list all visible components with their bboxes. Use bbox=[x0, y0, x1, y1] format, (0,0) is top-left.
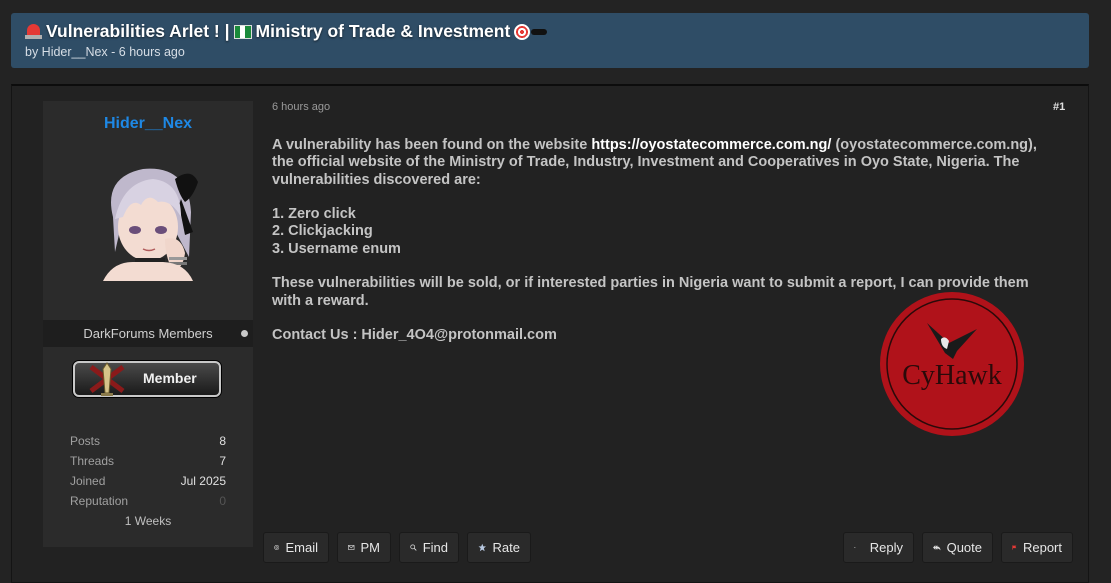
flag-icon bbox=[1012, 545, 1017, 550]
stat-label: Reputation bbox=[70, 494, 129, 508]
find-button[interactable]: Find bbox=[399, 532, 459, 563]
pm-button[interactable]: PM bbox=[337, 532, 391, 563]
envelope-icon bbox=[348, 545, 355, 550]
author-panel: Hider__Nex DarkForums Members Member Pos… bbox=[43, 101, 253, 547]
at-icon bbox=[274, 544, 280, 551]
offline-status-dot bbox=[241, 330, 248, 337]
thread-title[interactable]: Vulnerabilities Arlet ! | Ministry of Tr… bbox=[25, 21, 1075, 42]
rank-badge: Member bbox=[73, 361, 221, 397]
thread-meta: by Hider__Nex - 6 hours ago bbox=[25, 45, 185, 59]
thread-title-suffix: Ministry of Trade & Investment bbox=[255, 21, 511, 41]
email-button-label: Email bbox=[285, 540, 318, 555]
report-button-label: Report bbox=[1022, 540, 1062, 555]
email-button[interactable]: Email bbox=[263, 532, 329, 563]
quote-button-label: Quote bbox=[946, 540, 982, 555]
rank-emblem-icon bbox=[89, 362, 125, 396]
search-icon bbox=[410, 544, 417, 551]
stat-value: Jul 2025 bbox=[180, 474, 226, 488]
avatar[interactable] bbox=[93, 157, 203, 281]
cyhawk-logo: CyHawk bbox=[880, 292, 1024, 436]
stat-label: Posts bbox=[70, 434, 101, 448]
quote-button[interactable]: Quote bbox=[922, 532, 993, 563]
usergroup-label: DarkForums Members bbox=[83, 326, 213, 341]
website-link[interactable]: https://oyostatecommerce.com.ng/ bbox=[591, 137, 831, 153]
stat-duration: 1 Weeks bbox=[124, 514, 172, 528]
report-button[interactable]: Report bbox=[1001, 532, 1073, 563]
dash-icon bbox=[531, 28, 548, 35]
list-item: 2. Clickjacking bbox=[272, 223, 373, 240]
author-name[interactable]: Hider__Nex bbox=[43, 115, 253, 133]
stat-joined: Joined Jul 2025 bbox=[70, 471, 226, 491]
vulnerability-list: 1. Zero click 2. Clickjacking 3. Usernam… bbox=[272, 206, 1057, 258]
post-intro-paragraph: A vulnerability has been found on the we… bbox=[272, 137, 1057, 189]
logo-text: CyHawk bbox=[902, 360, 1002, 391]
reply-button-label: Reply bbox=[869, 540, 903, 555]
rate-button[interactable]: Rate bbox=[467, 532, 531, 563]
stat-value[interactable]: 8 bbox=[219, 431, 226, 451]
pm-button-label: PM bbox=[360, 540, 381, 555]
post-intro: A vulnerability has been found on the we… bbox=[272, 137, 592, 153]
reply-button[interactable]: Reply bbox=[843, 532, 914, 563]
nigeria-flag-icon bbox=[233, 24, 252, 39]
rate-button-label: Rate bbox=[492, 540, 520, 555]
stat-threads: Threads 7 bbox=[70, 451, 226, 471]
list-item: 1. Zero click bbox=[272, 206, 356, 223]
reply-icon bbox=[854, 546, 856, 549]
stat-posts: Posts 8 bbox=[70, 431, 226, 451]
thread-title-text: Vulnerabilities Arlet ! | bbox=[46, 21, 230, 41]
author-stats: Posts 8 Threads 7 Joined Jul 2025 Reputa… bbox=[70, 431, 226, 531]
post-date: 6 hours ago bbox=[272, 101, 331, 113]
stat-value[interactable]: 7 bbox=[219, 451, 226, 471]
list-item: 3. Username enum bbox=[272, 240, 401, 257]
stat-value[interactable]: 0 bbox=[219, 491, 226, 511]
find-button-label: Find bbox=[422, 540, 448, 555]
star-icon bbox=[478, 543, 486, 552]
siren-icon bbox=[25, 23, 42, 40]
rank-label: Member bbox=[143, 370, 197, 386]
stat-reputation: Reputation 0 bbox=[70, 491, 226, 511]
stat-label: Threads bbox=[70, 454, 115, 468]
post-number-link[interactable]: #1 bbox=[1053, 101, 1065, 113]
target-icon bbox=[514, 23, 531, 40]
usergroup-bar: DarkForums Members bbox=[43, 320, 253, 347]
reply-all-icon bbox=[933, 545, 941, 551]
thread-header: Vulnerabilities Arlet ! | Ministry of Tr… bbox=[11, 13, 1089, 68]
stat-label: Joined bbox=[70, 474, 106, 488]
